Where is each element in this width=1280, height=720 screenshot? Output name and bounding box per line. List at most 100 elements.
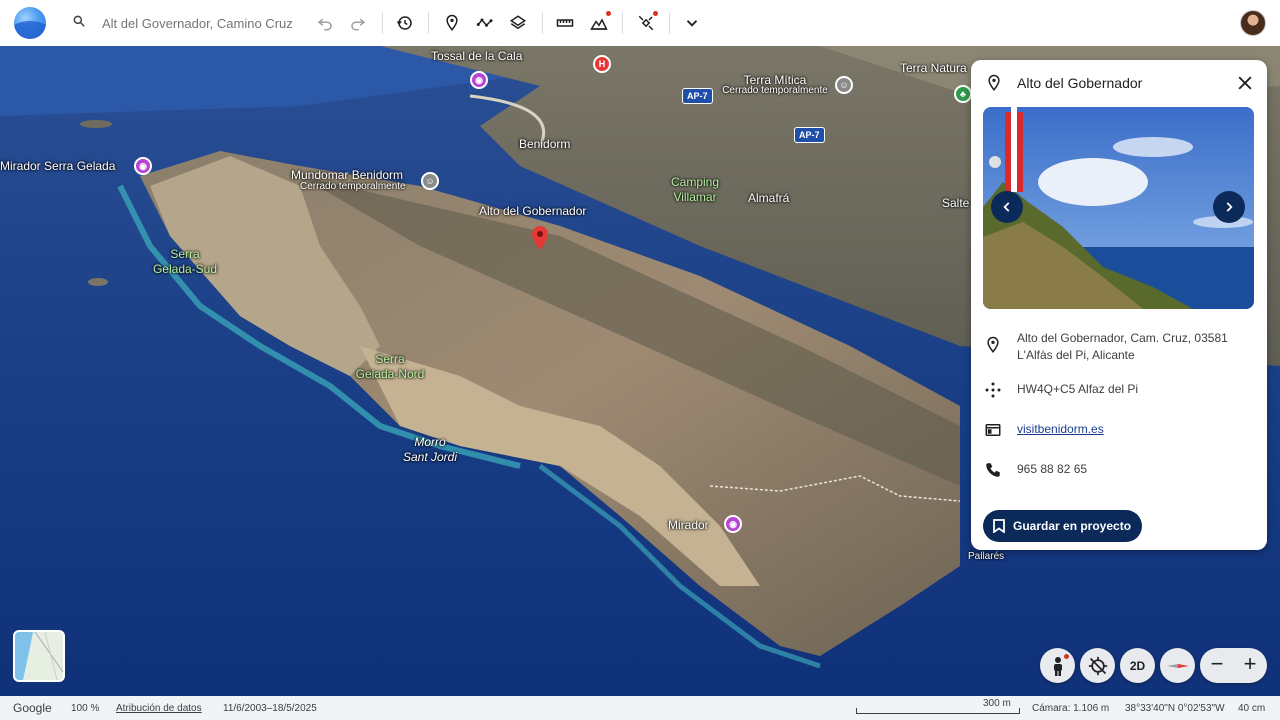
chevron-right-icon	[1226, 202, 1233, 212]
zoom-in-button[interactable]: +	[1235, 652, 1265, 678]
place-info-panel: Alto del Gobernador Alto del Gobernador,…	[971, 60, 1267, 550]
hospital-letter: H	[598, 59, 606, 69]
map-label-camping-2: Villamar	[673, 190, 717, 204]
map-label-terra-natura[interactable]: Terra Natura	[900, 61, 967, 75]
address-line2: L'Alfàs del Pi, Alicante	[1017, 348, 1135, 362]
place-pin-icon	[446, 14, 458, 31]
plus-code: HW4Q+C5 Alfaz del Pi	[1017, 382, 1139, 396]
location-pin-icon	[987, 336, 999, 353]
cursor-elevation: 40 cm	[1238, 703, 1266, 714]
camera-poi-icon[interactable]: ◉	[470, 71, 488, 89]
camera-poi-icon[interactable]: ◉	[134, 157, 152, 175]
save-to-project-button[interactable]: Guardar en proyecto	[983, 510, 1142, 542]
selected-pin-icon[interactable]	[532, 226, 548, 250]
chevron-left-icon	[1003, 202, 1010, 212]
map-label-tossal[interactable]: Tossal de la Cala	[431, 49, 522, 63]
map-label-serra-nord-2: Gelada-Nord	[355, 367, 425, 381]
bookmark-icon	[993, 519, 1005, 533]
location-off-icon	[1088, 656, 1107, 675]
website-icon	[985, 424, 1001, 436]
park-poi-icon[interactable]: ☺	[835, 76, 853, 94]
add-placemark-button[interactable]	[440, 11, 464, 35]
map-label-serra-sud-2: Gelada-Sud	[152, 262, 218, 276]
map-label-morro[interactable]: Morro	[390, 435, 470, 449]
map-label-alto[interactable]: Alto del Gobernador	[479, 204, 586, 218]
redo-icon	[351, 18, 366, 31]
camera-poi-icon[interactable]: ◉	[724, 515, 742, 533]
panel-header: Alto del Gobernador	[971, 60, 1267, 106]
search-icon[interactable]	[72, 14, 86, 28]
map-label-mundomar-status: Cerrado temporalmente	[300, 181, 406, 192]
address-line1: Alto del Gobernador, Cam. Cruz, 03581	[1017, 331, 1228, 345]
imagery-dates: 11/6/2003–18/5/2025	[223, 703, 317, 714]
place-pin-icon	[988, 74, 1000, 91]
phone-number[interactable]: 965 88 82 65	[1017, 461, 1087, 478]
notification-dot	[606, 11, 611, 16]
park-poi-icon[interactable]: ☺	[421, 172, 439, 190]
map-label-pallares[interactable]: Pallarés	[968, 551, 1004, 562]
cursor-coordinates: 38°33'40"N 0°02'53"W	[1125, 703, 1225, 714]
toggle-2d-label: 2D	[1129, 658, 1146, 673]
street-view-button[interactable]	[1040, 648, 1075, 683]
elevation-button[interactable]	[587, 11, 611, 35]
map-label-mirador[interactable]: Mirador	[668, 518, 709, 532]
compass-button[interactable]	[1160, 648, 1195, 683]
phone-icon	[986, 463, 1000, 477]
elevation-icon	[590, 18, 608, 30]
map-label-camping[interactable]: Camping	[660, 175, 730, 189]
map-label-serra-sud[interactable]: Serra	[145, 247, 225, 261]
toolbar-divider	[382, 12, 383, 34]
toolbar-divider	[622, 12, 623, 34]
undo-icon	[317, 18, 332, 31]
photo-next-button[interactable]	[1213, 191, 1245, 223]
layers-icon	[509, 15, 527, 30]
user-avatar[interactable]	[1240, 10, 1266, 36]
minimap[interactable]	[13, 630, 65, 682]
place-photo[interactable]	[983, 107, 1254, 309]
toolbar-divider	[542, 12, 543, 34]
map-label-terra-mitica-status: Cerrado temporalmente	[722, 85, 828, 96]
map-label-morro-2: Sant Jordi	[402, 450, 458, 464]
path-icon	[476, 18, 493, 27]
hospital-icon[interactable]: H	[593, 55, 611, 73]
measure-button[interactable]	[553, 11, 577, 35]
panel-title: Alto del Gobernador	[1017, 75, 1143, 91]
zoo-poi-icon[interactable]: ♣	[954, 85, 972, 103]
map-label-almafra[interactable]: Almafrá	[748, 191, 789, 205]
toggle-2d-button[interactable]: 2D	[1120, 648, 1155, 683]
photo-prev-button[interactable]	[991, 191, 1023, 223]
render-quality[interactable]: 100 %	[71, 703, 99, 714]
more-tools-button[interactable]	[680, 11, 704, 35]
data-attribution-link[interactable]: Atribución de datos	[116, 703, 202, 714]
map-label-benidorm[interactable]: Benidorm	[519, 137, 570, 151]
highway-shield: AP-7	[682, 88, 713, 104]
ruler-icon	[556, 19, 574, 27]
search-input[interactable]	[102, 12, 302, 34]
undo-button[interactable]	[313, 11, 337, 35]
google-earth-app: ◉ Tossal de la Cala H AP-7 AP-7 Terra Mí…	[0, 0, 1280, 720]
map-label-serra-nord[interactable]: Serra	[350, 352, 430, 366]
map-label-mundomar[interactable]: Mundomar Benidorm	[291, 168, 403, 182]
close-icon[interactable]	[1235, 73, 1255, 93]
zoom-out-button[interactable]: −	[1202, 652, 1232, 678]
toolbar-divider	[669, 12, 670, 34]
draw-path-button[interactable]	[473, 11, 497, 35]
layers-button[interactable]	[506, 11, 530, 35]
zoom-control: − +	[1200, 648, 1267, 683]
notification-dot	[1064, 654, 1069, 659]
redo-button[interactable]	[346, 11, 370, 35]
notification-dot	[653, 11, 658, 16]
history-icon	[396, 16, 412, 30]
status-bar: Google 100 % Atribución de datos 11/6/20…	[0, 696, 1280, 720]
map-label-mirador-gelada[interactable]: Mirador Serra Gelada	[0, 159, 115, 173]
plus-code-icon	[985, 382, 1001, 398]
my-location-button[interactable]	[1080, 648, 1115, 683]
google-earth-logo[interactable]	[14, 7, 46, 39]
camera-altitude: Cámara: 1.106 m	[1032, 703, 1110, 714]
chevron-down-icon	[686, 20, 698, 27]
top-toolbar	[0, 0, 1280, 46]
map-label-salte[interactable]: Salte	[942, 196, 969, 210]
website-link[interactable]: visitbenidorm.es	[1017, 421, 1104, 438]
satellite-button[interactable]	[634, 11, 658, 35]
history-button[interactable]	[393, 11, 417, 35]
